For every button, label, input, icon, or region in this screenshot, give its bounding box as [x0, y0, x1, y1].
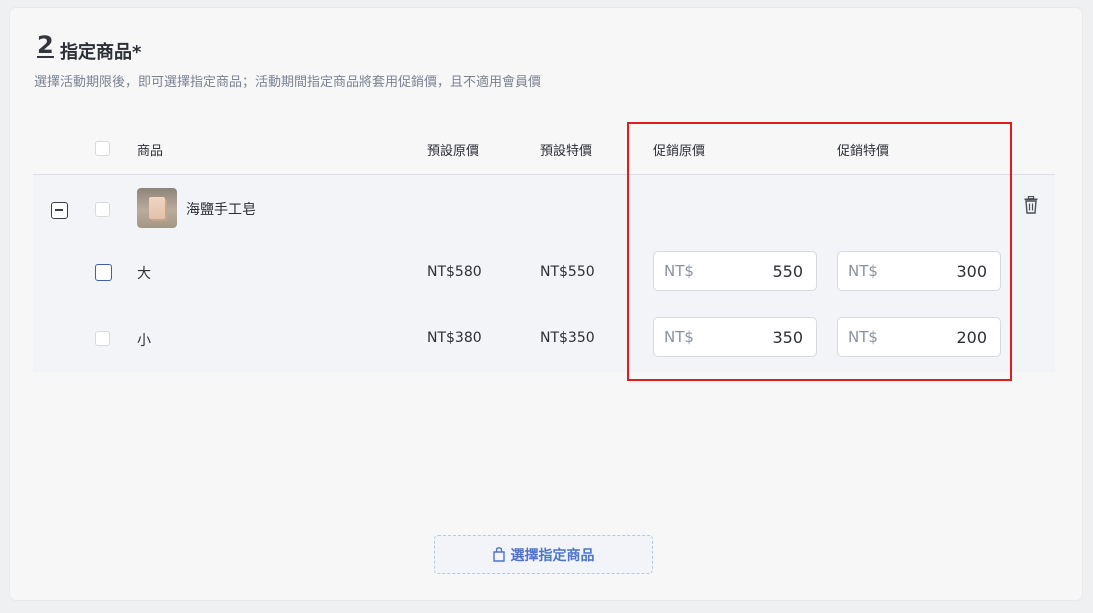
currency-prefix: NT$: [664, 262, 694, 280]
variant-name: 小: [137, 333, 151, 349]
select-products-button[interactable]: 選擇指定商品: [434, 535, 653, 574]
collapse-toggle-button[interactable]: [51, 202, 68, 219]
table-header: 商品 預設原價 預設特價 促銷原價 促銷特價: [33, 120, 1055, 175]
promo-special-price-input[interactable]: NT$ 300: [837, 251, 1001, 291]
product-thumbnail: [137, 188, 177, 228]
header-product: 商品: [137, 144, 164, 159]
variant-checkbox[interactable]: [95, 264, 112, 281]
promo-original-price-input[interactable]: NT$ 550: [653, 251, 817, 291]
promo-original-price-input[interactable]: NT$ 350: [653, 317, 817, 357]
variant-checkbox[interactable]: [95, 331, 110, 346]
input-value: 200: [956, 328, 987, 347]
table-body: 海鹽手工皂 大 NT$580 NT$550 NT$ 550 NT$ 300 小 …: [33, 175, 1055, 372]
trash-icon[interactable]: [1024, 196, 1038, 214]
shopping-bag-icon: [492, 547, 505, 562]
header-promo-original-price: 促銷原價: [653, 144, 706, 159]
header-default-original-price: 預設原價: [427, 144, 480, 159]
promo-special-price-input[interactable]: NT$ 200: [837, 317, 1001, 357]
section-subtitle: 選擇活動期限後，即可選擇指定商品；活動期間指定商品將套用促銷價，且不適用會員價: [34, 75, 542, 90]
default-original-price: NT$380: [427, 330, 482, 346]
input-value: 350: [772, 328, 803, 347]
currency-prefix: NT$: [664, 328, 694, 346]
currency-prefix: NT$: [848, 262, 878, 280]
product-checkbox[interactable]: [95, 202, 110, 217]
designated-products-card: 2 指定商品* 選擇活動期限後，即可選擇指定商品；活動期間指定商品將套用促銷價，…: [10, 8, 1082, 600]
product-name: 海鹽手工皂: [186, 202, 256, 218]
header-promo-special-price: 促銷特價: [837, 144, 890, 159]
select-products-label: 選擇指定商品: [510, 547, 595, 564]
product-table: 商品 預設原價 預設特價 促銷原價 促銷特價 海鹽手工皂 大 NT$580 NT…: [33, 120, 1055, 372]
section-title: 指定商品*: [60, 42, 142, 63]
header-default-special-price: 預設特價: [540, 144, 593, 159]
input-value: 300: [956, 262, 987, 281]
variant-name: 大: [137, 266, 151, 282]
default-special-price: NT$350: [540, 330, 595, 346]
default-special-price: NT$550: [540, 264, 595, 280]
input-value: 550: [772, 262, 803, 281]
select-all-checkbox[interactable]: [95, 141, 110, 156]
currency-prefix: NT$: [848, 328, 878, 346]
default-original-price: NT$580: [427, 264, 482, 280]
step-number: 2: [37, 31, 54, 59]
